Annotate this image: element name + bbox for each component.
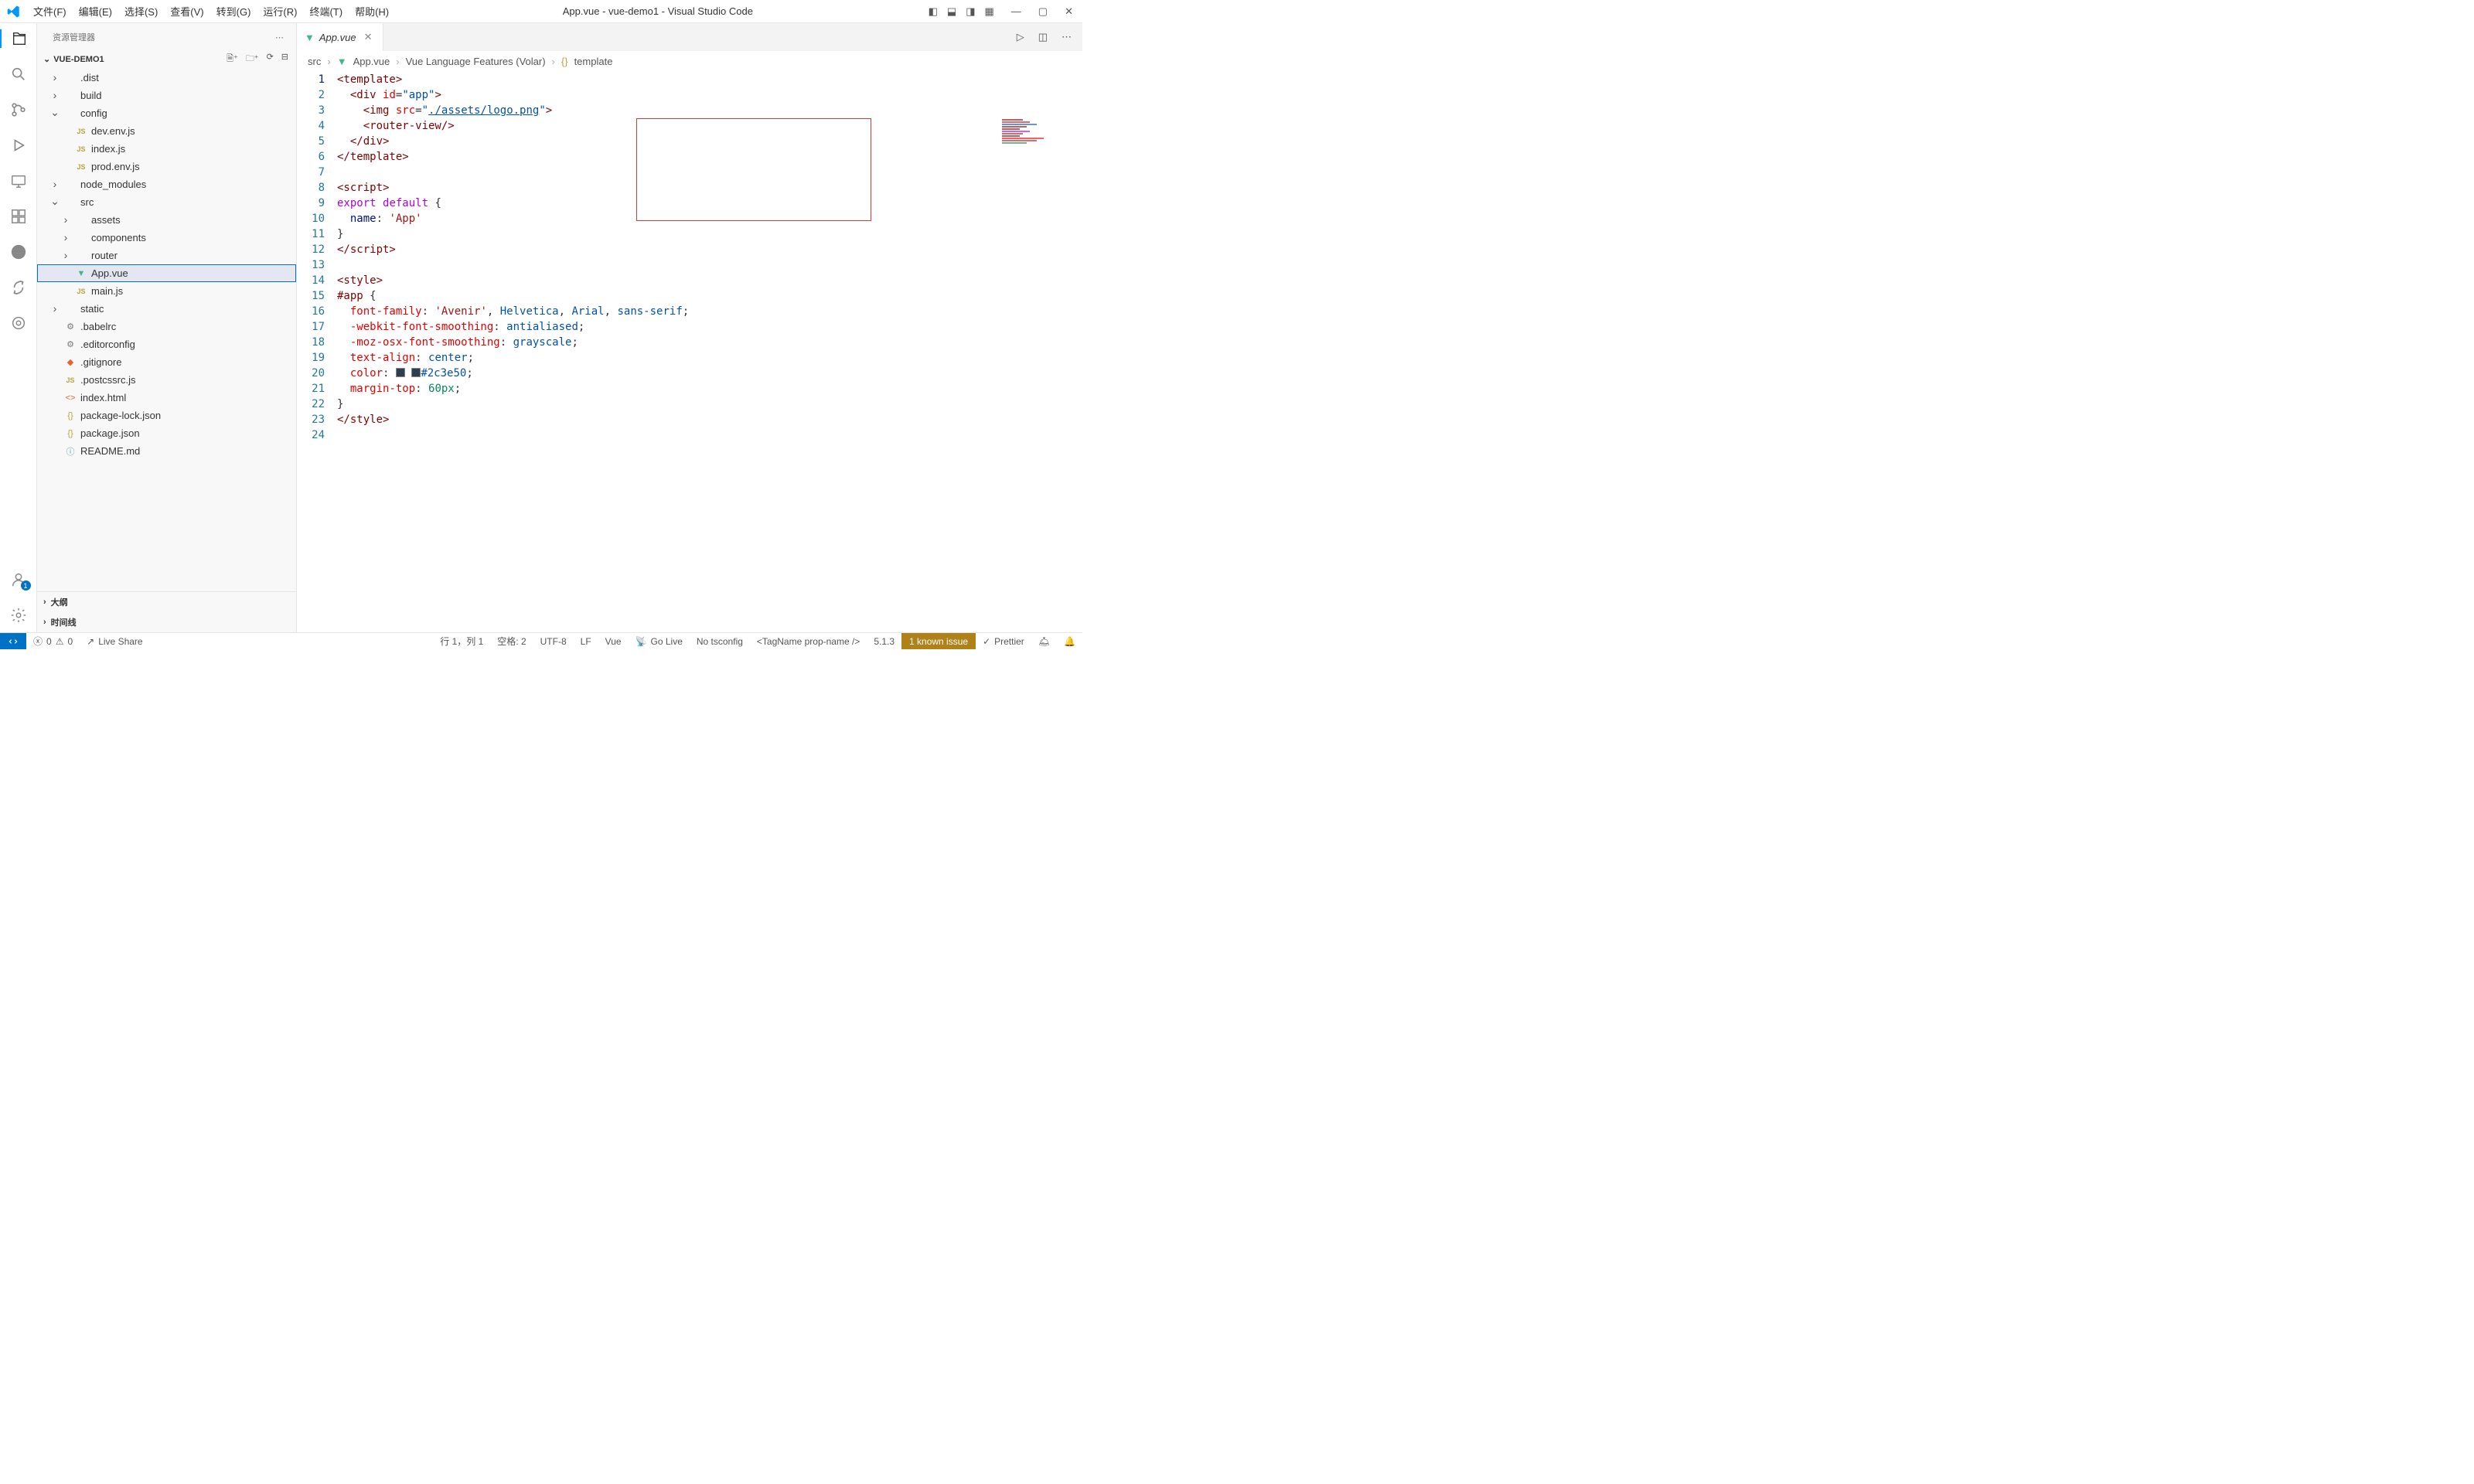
tab-close-icon[interactable]: ✕ (361, 31, 376, 43)
layout-grid-icon[interactable]: ▦ (985, 5, 994, 18)
collapse-icon[interactable]: ⊟ (281, 52, 288, 66)
feedback-icon[interactable]: 🛎 (1031, 633, 1057, 649)
explorer-sidebar: 资源管理器 ⋯ ⌄ VUE-DEMO1 🗎⁺ 🗀⁺ ⟳ ⊟ ›.dist›bui… (37, 23, 297, 632)
extensions-icon[interactable] (9, 207, 28, 226)
tsconfig[interactable]: No tsconfig (690, 633, 750, 649)
maximize-icon[interactable]: ▢ (1038, 5, 1048, 18)
cursor-position[interactable]: 行 1，列 1 (433, 633, 490, 649)
panel-left-icon[interactable]: ◧ (929, 5, 938, 18)
search-icon[interactable] (9, 65, 28, 83)
menu-bar: 文件(F) 编辑(E) 选择(S) 查看(V) 转到(G) 运行(R) 终端(T… (27, 1, 395, 22)
tree-item--editorconfig[interactable]: ⚙.editorconfig (37, 335, 296, 353)
menu-select[interactable]: 选择(S) (118, 1, 164, 22)
project-name: VUE-DEMO1 (53, 55, 104, 64)
close-icon[interactable]: ✕ (1065, 5, 1073, 18)
tree-item-index-html[interactable]: <>index.html (37, 389, 296, 407)
tree-item--gitignore[interactable]: ◆.gitignore (37, 353, 296, 371)
remote-icon[interactable] (9, 172, 28, 190)
outline-section[interactable]: ›大纲 (37, 592, 296, 612)
minimize-icon[interactable]: — (1011, 5, 1021, 18)
tree-item-assets[interactable]: ›assets (37, 211, 296, 229)
chevron-down-icon[interactable]: ⌄ (43, 54, 50, 64)
tree-item-build[interactable]: ›build (37, 87, 296, 104)
copilot-icon[interactable] (9, 314, 28, 332)
file-tree: ›.dist›build⌄config JSdev.env.js JSindex… (37, 69, 296, 591)
brackets-icon: {} (561, 56, 568, 67)
menu-goto[interactable]: 转到(G) (210, 1, 257, 22)
encoding[interactable]: UTF-8 (533, 633, 574, 649)
menu-run[interactable]: 运行(R) (257, 1, 303, 22)
tree-item-dev-env-js[interactable]: JSdev.env.js (37, 122, 296, 140)
tree-item-src[interactable]: ⌄src (37, 193, 296, 211)
settings-gear-icon[interactable] (9, 606, 28, 625)
tree-item-node_modules[interactable]: ›node_modules (37, 175, 296, 193)
source-control-icon[interactable] (9, 100, 28, 119)
menu-terminal[interactable]: 终端(T) (303, 1, 349, 22)
tree-item-config[interactable]: ⌄config (37, 104, 296, 122)
minimap[interactable] (1002, 119, 1072, 150)
tree-item-package-json[interactable]: {}package.json (37, 424, 296, 442)
timeline-section[interactable]: ›时间线 (37, 612, 296, 632)
tree-item-prod-env-js[interactable]: JSprod.env.js (37, 158, 296, 175)
run-icon[interactable]: ▷ (1017, 31, 1024, 43)
split-editor-icon[interactable]: ◫ (1038, 31, 1048, 43)
eol[interactable]: LF (574, 633, 598, 649)
new-folder-icon[interactable]: 🗀⁺ (246, 52, 259, 66)
code-editor[interactable]: 123456789101112131415161718192021222324 … (297, 71, 1082, 632)
breadcrumb[interactable]: src› ▼App.vue› Vue Language Features (Vo… (297, 51, 1082, 71)
tree-item--postcssrc-js[interactable]: JS.postcssrc.js (37, 371, 296, 389)
remote-indicator[interactable] (0, 633, 26, 649)
status-bar: ⓧ 0 ⚠ 0 ↗ Live Share 行 1，列 1 空格: 2 UTF-8… (0, 632, 1082, 649)
vue-icon: ▼ (337, 56, 347, 67)
tree-item-components[interactable]: ›components (37, 229, 296, 247)
tree-item--dist[interactable]: ›.dist (37, 69, 296, 87)
tab-label: App.vue (319, 32, 356, 43)
problems[interactable]: ⓧ 0 ⚠ 0 (26, 633, 80, 649)
tree-item-package-lock-json[interactable]: {}package-lock.json (37, 407, 296, 424)
prettier[interactable]: ✓ Prettier (976, 633, 1031, 649)
activity-bar (0, 23, 37, 632)
panel-bottom-icon[interactable]: ⬓ (947, 5, 956, 18)
refresh-icon[interactable]: ⟳ (267, 52, 274, 66)
tree-item-README-md[interactable]: ⓘREADME.md (37, 442, 296, 460)
indent[interactable]: 空格: 2 (490, 633, 533, 649)
menu-view[interactable]: 查看(V) (164, 1, 210, 22)
more-actions-icon[interactable]: ⋯ (1062, 31, 1072, 43)
window-title: App.vue - vue-demo1 - Visual Studio Code (395, 5, 920, 17)
tree-item-main-js[interactable]: JSmain.js (37, 282, 296, 300)
vue-icon: ▼ (305, 32, 315, 43)
bell-icon[interactable]: 🔔 (1057, 633, 1082, 649)
tagname[interactable]: <TagName prop-name /> (750, 633, 867, 649)
tree-item-static[interactable]: ›static (37, 300, 296, 318)
tree-item--babelrc[interactable]: ⚙.babelrc (37, 318, 296, 335)
share-icon[interactable] (9, 278, 28, 297)
panel-right-icon[interactable]: ◨ (966, 5, 975, 18)
run-debug-icon[interactable] (9, 136, 28, 155)
sidebar-more-icon[interactable]: ⋯ (275, 32, 284, 43)
new-file-icon[interactable]: 🗎⁺ (227, 52, 238, 66)
menu-help[interactable]: 帮助(H) (349, 1, 395, 22)
menu-edit[interactable]: 编辑(E) (73, 1, 118, 22)
live-share[interactable]: ↗ Live Share (80, 633, 149, 649)
known-issue[interactable]: 1 known issue (901, 633, 976, 649)
vscode-icon (0, 5, 27, 19)
sidebar-title: 资源管理器 (53, 31, 95, 43)
menu-file[interactable]: 文件(F) (27, 1, 73, 22)
editor-area: ▼ App.vue ✕ ▷ ◫ ⋯ src› ▼App.vue› Vue Lan… (297, 23, 1082, 632)
tab-app-vue[interactable]: ▼ App.vue ✕ (297, 23, 383, 51)
account-icon[interactable] (9, 570, 28, 589)
tree-item-App-vue[interactable]: ▼App.vue (37, 264, 296, 282)
github-icon[interactable] (9, 243, 28, 261)
version[interactable]: 5.1.3 (867, 633, 901, 649)
go-live[interactable]: 📡 Go Live (629, 633, 690, 649)
tree-item-router[interactable]: ›router (37, 247, 296, 264)
tree-item-index-js[interactable]: JSindex.js (37, 140, 296, 158)
language-mode[interactable]: Vue (598, 633, 629, 649)
explorer-icon[interactable] (0, 29, 37, 48)
